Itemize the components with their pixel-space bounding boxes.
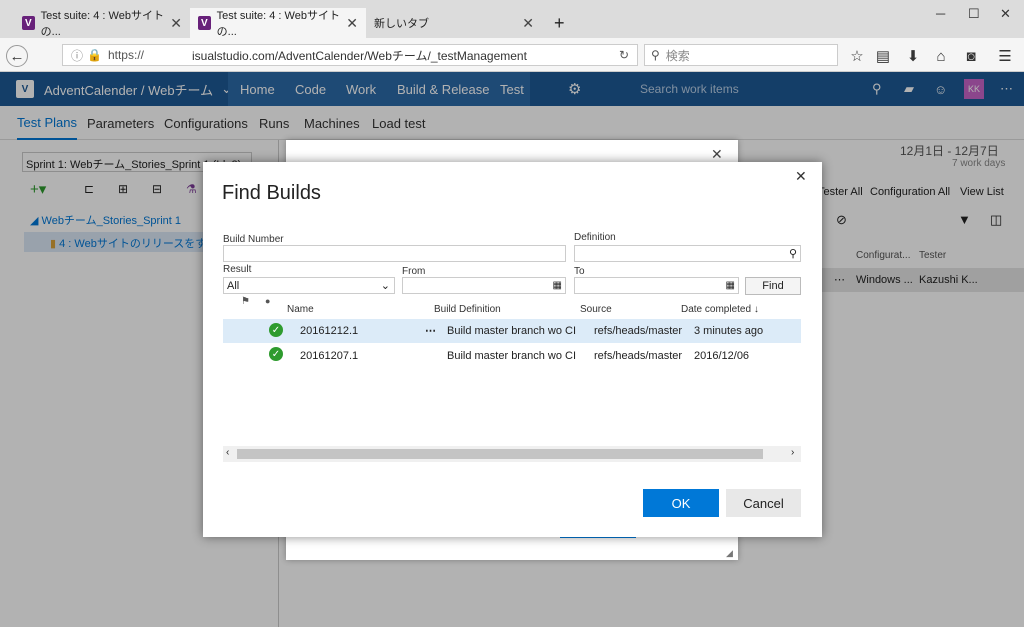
close-tab-icon[interactable]: ✕ [522,15,534,32]
row-date: 2016/12/06 [694,350,750,362]
download-icon[interactable]: ⬇ [902,45,924,67]
build-number-label: Build Number [223,234,284,245]
dialog-title: Find Builds [222,182,321,204]
more-actions-icon[interactable]: ⋯ [425,324,436,337]
browser-tab[interactable]: V Test suite: 4 : Webサイトの... ✕ [14,8,190,38]
result-label: Result [223,264,252,275]
cancel-button[interactable]: Cancel [726,489,801,517]
scrollbar-thumb[interactable] [237,449,763,459]
row-definition: Build master branch wo CI [447,350,576,362]
close-tab-icon[interactable]: ✕ [346,15,358,32]
browser-search-input[interactable]: ⚲ 検索 [644,44,838,66]
bookmark-star-icon[interactable]: ☆ [846,45,868,67]
col-source[interactable]: Source [580,304,612,315]
row-name: 20161212.1 [300,325,359,337]
maximize-icon[interactable]: ☐ [968,6,980,22]
definition-input[interactable]: ⚲ [574,245,801,262]
to-date-input[interactable]: ▦ [574,277,739,294]
row-definition: Build master branch wo CI [447,325,576,337]
search-icon[interactable]: ⚲ [789,247,797,260]
browser-tab-active[interactable]: V Test suite: 4 : Webサイトの... ✕ [190,8,366,38]
url-text: isualstudio.com/AdventCalender/Webチーム/_t… [192,48,527,63]
visual-studio-icon: V [22,16,35,30]
close-icon[interactable]: ✕ [795,168,807,185]
home-icon[interactable]: ⌂ [930,45,952,67]
row-name: 20161207.1 [300,350,359,362]
find-builds-dialog: Find Builds ✕ Build Number Definition ⚲ … [203,162,822,537]
info-icon[interactable]: ⓘ [71,47,83,64]
resize-grip-icon[interactable]: ◢ [726,548,733,559]
col-build-definition[interactable]: Build Definition [434,304,501,315]
row-source: refs/heads/master [594,325,683,337]
menu-icon[interactable]: ☰ [994,45,1016,67]
close-window-icon[interactable]: ✕ [1000,6,1011,22]
url-bar[interactable]: ⓘ 🔒 https:// isualstudio.com/AdventCalen… [62,44,638,66]
calendar-icon[interactable]: ▦ [553,280,562,291]
url-prefix: https:// [107,48,144,62]
build-number-input[interactable] [223,245,566,262]
minimize-icon[interactable]: ─ [936,6,945,21]
reload-icon[interactable]: ↻ [619,48,629,62]
col-date-completed[interactable]: Date completed ↓ [681,304,759,315]
new-tab-button[interactable]: + [546,8,573,38]
col-name[interactable]: Name [287,304,314,315]
chevron-down-icon: ⌄ [380,280,390,292]
close-icon[interactable]: ✕ [711,146,723,163]
tab-title: 新しいタブ [374,18,429,30]
to-label: To [574,266,585,277]
close-tab-icon[interactable]: ✕ [170,15,182,32]
reading-list-icon[interactable]: ▤ [872,45,894,67]
info-icon[interactable]: ● [265,296,270,306]
scroll-left-icon[interactable]: ‹ [226,447,229,458]
lock-icon: 🔒 [87,48,102,62]
tab-title: Test suite: 4 : Webサイトの... [40,10,164,38]
scroll-right-icon[interactable]: › [791,447,794,458]
ok-button[interactable]: OK [643,489,719,517]
success-icon: ✓ [269,323,283,337]
calendar-icon[interactable]: ▦ [726,280,735,291]
success-icon: ✓ [269,347,283,361]
build-status-icon[interactable]: ⚑ [241,296,250,307]
result-select[interactable]: All ⌄ [223,277,395,294]
browser-tab[interactable]: 新しいタブ ✕ [366,8,542,38]
from-date-input[interactable]: ▦ [402,277,566,294]
horizontal-scrollbar[interactable]: ‹ › [223,446,801,462]
visual-studio-icon: V [198,16,211,30]
from-label: From [402,266,426,277]
sort-down-icon: ↓ [753,304,759,315]
tab-title: Test suite: 4 : Webサイトの... [216,10,340,38]
find-button[interactable]: Find [745,277,801,295]
pocket-icon[interactable]: ◙ [960,45,982,67]
row-date: 3 minutes ago [694,325,764,337]
browser-tab-bar: V Test suite: 4 : Webサイトの... ✕ V Test suite… [0,0,1024,38]
search-icon: ⚲ [651,48,660,62]
back-icon[interactable]: ← [6,45,28,67]
row-source: refs/heads/master [594,350,683,362]
search-placeholder: 検索 [665,48,690,63]
definition-label: Definition [574,232,616,243]
